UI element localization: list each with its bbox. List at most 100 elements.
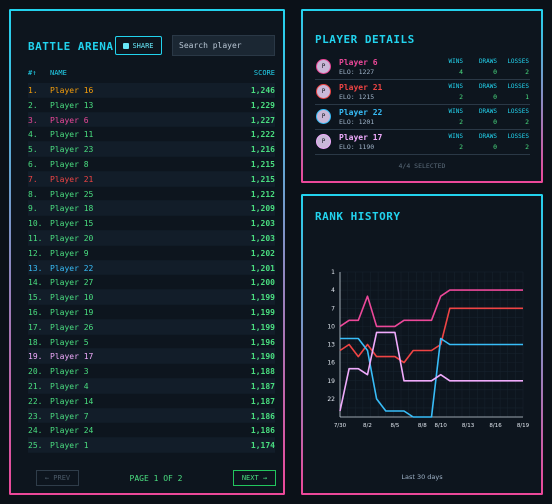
rank-cell: 9. (28, 204, 38, 214)
rank-cell: 12. (28, 248, 43, 258)
search-input[interactable] (172, 35, 275, 56)
table-row[interactable]: 7. Player 21 1,215 (28, 171, 275, 187)
player-detail-row[interactable]: P Player 22 ELO: 1201 WINS DRAWS LOSSES 2 0 2 (315, 105, 530, 130)
x-tick-label: 8/10 (434, 423, 447, 429)
detail-elo: ELO: 1215 (339, 93, 375, 101)
table-row[interactable]: 18. Player 5 1,196 (28, 335, 275, 350)
y-tick-label: 22 (327, 396, 335, 403)
player-name-cell: Player 7 (50, 411, 89, 421)
table-row[interactable]: 21. Player 4 1,187 (28, 378, 275, 394)
table-row[interactable]: 8. Player 25 1,212 (28, 187, 275, 202)
table-row[interactable]: 11. Player 20 1,203 (28, 230, 275, 246)
table-row[interactable]: 19. Player 17 1,190 (28, 349, 275, 365)
losses-value: 2 (525, 143, 529, 151)
rank-column-header[interactable]: #↑ (28, 69, 36, 77)
table-row[interactable]: 1. Player 16 1,246 (28, 83, 275, 98)
losses-label: LOSSES (507, 58, 529, 65)
player-name-cell: Player 16 (50, 86, 94, 95)
table-row[interactable]: 6. Player 8 1,215 (28, 157, 275, 172)
player-name-cell: Player 17 (50, 352, 94, 362)
score-cell: 1,187 (250, 396, 275, 406)
avatar: P (316, 84, 331, 99)
player-name-cell: Player 18 (50, 204, 94, 214)
details-title: PLAYER DETAILS (315, 33, 415, 46)
rank-cell: 23. (28, 411, 43, 421)
score-column-header[interactable]: SCORE (254, 69, 275, 77)
table-row[interactable]: 3. Player 6 1,227 (28, 112, 275, 128)
rank-cell: 2. (28, 100, 38, 110)
losses-value: 2 (525, 68, 529, 76)
losses-value: 2 (525, 118, 529, 126)
score-cell: 1,227 (250, 115, 275, 125)
table-row[interactable]: 23. Player 7 1,186 (28, 408, 275, 424)
rank-cell: 21. (28, 381, 43, 391)
score-cell: 1,202 (250, 248, 275, 258)
player-name-cell: Player 23 (50, 145, 94, 155)
player-name-cell: Player 3 (50, 367, 89, 377)
table-row[interactable]: 17. Player 26 1,199 (28, 319, 275, 335)
avatar: P (316, 134, 331, 149)
table-row[interactable]: 4. Player 11 1,222 (28, 127, 275, 143)
table-header: #↑ NAME SCORE (28, 69, 275, 79)
score-cell: 1,222 (250, 130, 275, 140)
y-tick-label: 10 (327, 323, 335, 330)
table-row[interactable]: 22. Player 14 1,187 (28, 394, 275, 409)
draws-value: 0 (493, 118, 497, 126)
share-button[interactable]: SHARE (115, 36, 162, 55)
rank-cell: 10. (28, 219, 43, 229)
losses-label: LOSSES (507, 108, 529, 115)
player-name-cell: Player 8 (50, 159, 89, 169)
details-list: P Player 6 ELO: 1227 WINS DRAWS LOSSES 4 0 2 P Pla… (315, 55, 530, 155)
table-row[interactable]: 24. Player 24 1,186 (28, 423, 275, 439)
rank-cell: 13. (28, 263, 43, 273)
y-tick-label: 7 (331, 305, 335, 312)
player-detail-row[interactable]: P Player 17 ELO: 1190 WINS DRAWS LOSSES 2 0 2 (315, 130, 530, 155)
player-name-cell: Player 5 (50, 337, 89, 347)
table-row[interactable]: 20. Player 3 1,188 (28, 364, 275, 379)
draws-value: 0 (493, 143, 497, 151)
leaderboard-panel: BATTLE ARENA SHARE #↑ NAME SCORE 1. Playe… (9, 9, 285, 495)
score-cell: 1,209 (250, 204, 275, 214)
player-name-cell: Player 11 (50, 130, 94, 140)
score-cell: 1,216 (250, 145, 275, 155)
rank-cell: 8. (28, 189, 38, 199)
x-tick-label: 8/16 (489, 423, 502, 429)
score-cell: 1,246 (250, 86, 275, 95)
table-row[interactable]: 16. Player 19 1,199 (28, 305, 275, 320)
score-cell: 1,203 (250, 233, 275, 243)
score-cell: 1,200 (250, 278, 275, 288)
player-name-cell: Player 15 (50, 219, 94, 229)
score-cell: 1,196 (250, 337, 275, 347)
detail-elo: ELO: 1227 (339, 68, 375, 76)
rank-cell: 6. (28, 159, 38, 169)
draws-value: 0 (493, 93, 497, 101)
player-name-cell: Player 25 (50, 189, 94, 199)
x-tick-label: 8/13 (462, 423, 475, 429)
wins-value: 2 (459, 118, 463, 126)
detail-elo: ELO: 1201 (339, 118, 375, 126)
player-name-cell: Player 20 (50, 233, 94, 243)
player-detail-row[interactable]: P Player 21 ELO: 1215 WINS DRAWS LOSSES 2 0 1 (315, 80, 530, 105)
next-page-button[interactable]: NEXT → (233, 470, 276, 486)
wins-value: 2 (459, 143, 463, 151)
player-name-cell: Player 6 (50, 115, 89, 125)
table-row[interactable]: 13. Player 22 1,201 (28, 260, 275, 276)
table-row[interactable]: 10. Player 15 1,203 (28, 216, 275, 231)
x-tick-label: 8/8 (418, 423, 427, 429)
y-tick-label: 1 (331, 269, 335, 276)
player-name-cell: Player 4 (50, 381, 89, 391)
score-cell: 1,199 (250, 322, 275, 332)
table-row[interactable]: 12. Player 9 1,202 (28, 246, 275, 261)
table-row[interactable]: 25. Player 1 1,174 (28, 438, 275, 453)
wins-label: WINS (448, 108, 463, 115)
player-detail-row[interactable]: P Player 6 ELO: 1227 WINS DRAWS LOSSES 4 0 2 (315, 55, 530, 80)
losses-label: LOSSES (507, 133, 529, 140)
table-row[interactable]: 5. Player 23 1,216 (28, 142, 275, 157)
table-row[interactable]: 15. Player 10 1,199 (28, 290, 275, 305)
selected-count: 4/4 SELECTED (398, 162, 446, 170)
player-name-cell: Player 9 (50, 248, 89, 258)
name-column-header[interactable]: NAME (50, 69, 67, 77)
table-row[interactable]: 2. Player 13 1,229 (28, 98, 275, 113)
table-row[interactable]: 9. Player 18 1,209 (28, 201, 275, 217)
table-row[interactable]: 14. Player 27 1,200 (28, 275, 275, 291)
